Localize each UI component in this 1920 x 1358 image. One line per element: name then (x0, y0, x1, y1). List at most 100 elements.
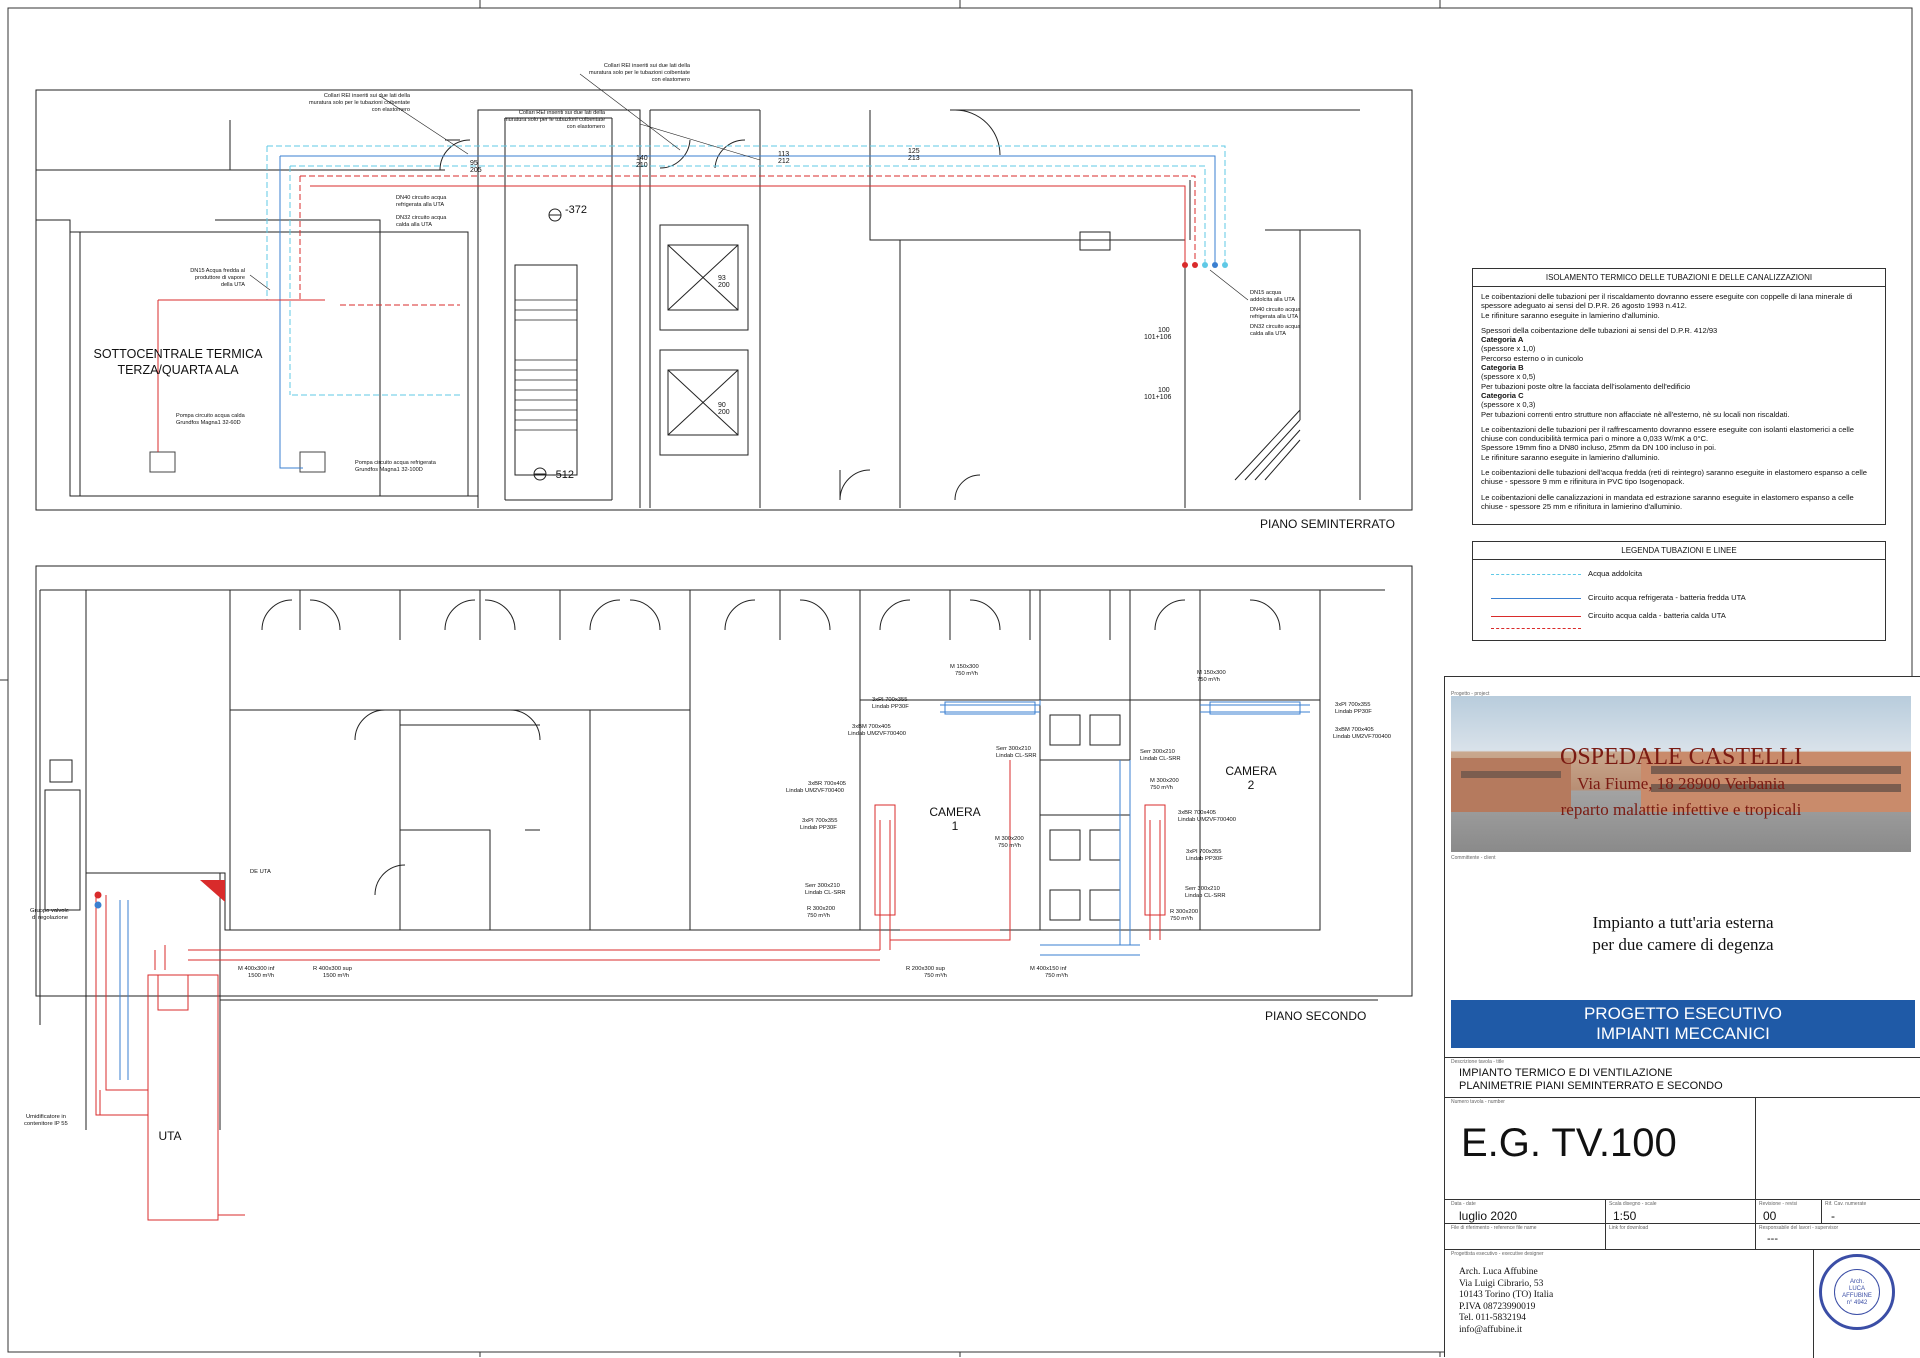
note-right-l6: calda alla UTA (1250, 331, 1286, 337)
legend-label-cold: Circuito acqua refrigerata - batteria fr… (1588, 593, 1746, 602)
camera1-number: 1 (952, 819, 959, 833)
hospital-photo: OSPEDALE CASTELLI Via Fiume, 18 28900 Ve… (1451, 696, 1911, 852)
project-description-2: per due camere di degenza (1592, 935, 1774, 954)
umidificatore-b: contenitore IP 55 (24, 1121, 68, 1127)
hospital-address: Via Fiume, 18 28900 Verbania (1577, 774, 1785, 793)
insulation-cat-a: Categoria A (1481, 335, 1524, 345)
insulation-cat-b: Categoria B (1481, 363, 1524, 373)
legend-item-softened: Acqua addolcita (1473, 568, 1885, 582)
insulation-title: ISOLAMENTO TERMICO DELLE TUBAZIONI E DEL… (1473, 269, 1885, 287)
duct-pi2-b: Lindab PP30F (1335, 709, 1372, 715)
legend-item-cold: Circuito acqua refrigerata - batteria fr… (1473, 592, 1885, 606)
label-link: Link for download (1609, 1225, 1649, 1231)
drawing-date: luglio 2020 (1459, 1209, 1518, 1223)
note-dn15-l2: produttore di vapore (195, 275, 245, 281)
insulation-p1: Le coibentazioni delle tubazioni per il … (1481, 292, 1853, 311)
insulation-cat-c: Categoria C (1481, 390, 1524, 400)
dim-113: 113 (778, 151, 789, 158)
duct-m150-1-b: 750 m³/h (955, 671, 978, 677)
basement-label: PIANO SEMINTERRATO (1260, 517, 1395, 531)
label-date: Data - date (1451, 1201, 1476, 1207)
dim-90: 90 (718, 402, 726, 409)
insulation-p3: Le coibentazioni delle tubazioni per il … (1481, 424, 1855, 444)
note-collari-2-l2: muratura solo per le tubazioni coibentat… (589, 70, 690, 76)
legend-item-hot-dashed (1473, 622, 1885, 636)
duct-r300-1-a: R 300x200 (807, 906, 835, 912)
note-right-l2: addolcita alla UTA (1250, 297, 1295, 303)
note-pompa-calda-l2: Grundfos Magna1 32-60D (176, 420, 241, 426)
duct-m400-a: M 400x300 inf (238, 966, 275, 972)
designer-info: Arch. Luca Affubine Via Luigi Cibrario, … (1459, 1267, 1553, 1336)
insulation-p1b: Le rifiniture saranno eseguite in lamier… (1481, 310, 1660, 320)
dim-100-a: 100 (1158, 327, 1170, 334)
label-description: Descrizione tavola - title (1451, 1059, 1505, 1065)
duct-m400-150-a: M 400x150 inf (1030, 966, 1067, 972)
duct-bm1-b: Lindab UM2VF700400 (848, 731, 906, 737)
stamp-line-3: AFFUBINE (1842, 1293, 1872, 1299)
gruppo-valvole-b: di regolazione (32, 915, 68, 921)
dim-125: 125 (908, 148, 920, 155)
basement-pipes (157, 145, 1226, 469)
dim-100-b: 100 (1158, 387, 1170, 394)
camera2-label: CAMERA (1225, 764, 1276, 778)
label-scale: Scala disegno - scale (1609, 1201, 1657, 1207)
note-collari-3-l1: Collari REI inseriti sui due lati della (519, 110, 606, 116)
duct-m300-1-a: M 300x200 (1150, 778, 1179, 784)
duct-serr2-b: Lindab CL-SRR (1140, 756, 1181, 762)
drawing-rev-num: - (1831, 1209, 1835, 1223)
dim-140: 140 (636, 155, 648, 162)
duct-r300-1-b: 750 m³/h (807, 913, 830, 919)
duct-pi4-a: 3xPI 700x355 (1186, 849, 1221, 855)
duct-r400-a: R 400x300 sup (313, 966, 352, 972)
duct-br2-a: 3xBR 700x405 (1178, 810, 1216, 816)
project-description-1: Impianto a tutt'aria esterna (1592, 913, 1774, 932)
insulation-p5: Le coibentazioni delle canalizzazioni in… (1481, 492, 1854, 511)
duct-m150-2-a: M 150x300 (1197, 670, 1226, 676)
duct-m150-1-a: M 150x300 (950, 664, 979, 670)
label-client: Committente - client (1451, 855, 1496, 861)
dim-213: 213 (908, 155, 920, 162)
drawing-revision: 00 (1763, 1209, 1777, 1223)
designer-email[interactable]: info@affubine.it (1459, 1325, 1553, 1337)
dim-210: 210 (636, 162, 648, 169)
level-512: -512 (552, 469, 574, 481)
note-right-l4: refrigerata alla UTA (1250, 314, 1298, 320)
duct-r400-b: 1500 m³/h (323, 973, 349, 979)
drawing-subject-2: PLANIMETRIE PIANI SEMINTERRATO E SECONDO (1459, 1080, 1723, 1092)
note-collari-1-l2: muratura solo per le tubazioni coibentat… (309, 100, 410, 106)
second-floor-plan (35, 565, 1413, 1130)
note-dn32-l2: calda alla UTA (396, 222, 432, 228)
insulation-cat-b-d: Per tubazioni poste oltre la facciata de… (1481, 381, 1691, 391)
note-collari-1-l1: Collari REI inseriti sui due lati della (324, 93, 411, 99)
duct-serr4-b: Lindab CL-SRR (1185, 893, 1226, 899)
dim-200-b: 200 (718, 409, 730, 416)
label-number: Numero tavola - number (1451, 1099, 1505, 1105)
duct-serr3-a: Serr 300x210 (805, 883, 840, 889)
insulation-cat-a-s: (spessore x 1,0) (1481, 344, 1536, 354)
note-right-l1: DN15 acqua (1250, 290, 1282, 296)
camera1-label: CAMERA (929, 805, 980, 819)
insulation-cat-c-s: (spessore x 0,3) (1481, 400, 1536, 410)
note-dn40-l2: refrigerata alla UTA (396, 202, 444, 208)
insulation-cat-c-d: Per tubazioni correnti entro strutture n… (1481, 409, 1790, 419)
dim-106-b: 101+106 (1144, 394, 1172, 401)
project-phase-band: PROGETTO ESECUTIVO IMPIANTI MECCANICI (1451, 1000, 1915, 1048)
duct-m300-1-b: 750 m³/h (1150, 785, 1173, 791)
second-floor-ducts (95, 700, 1310, 1221)
duct-pi3-a: 3xPI 700x355 (802, 818, 837, 824)
duct-m300-2-a: M 300x200 (995, 836, 1024, 842)
duct-pi2-a: 3xPI 700x355 (1335, 702, 1370, 708)
duct-br1-a: 3xBR 700x405 (808, 781, 846, 787)
note-dn15-l1: DN15 Acqua fredda al (190, 268, 245, 274)
duct-m150-2-b: 750 m³/h (1197, 677, 1220, 683)
duct-bm1-a: 3xBM 700x405 (852, 724, 891, 730)
note-collari-2-l3: con elastomero (652, 77, 690, 83)
stamp-line-2: LUCA (1848, 1286, 1865, 1292)
dim-205: 205 (470, 167, 482, 174)
insulation-cat-b-s: (spessore x 0,5) (1481, 372, 1536, 382)
note-collari-3-l3: con elastomero (567, 124, 605, 130)
label-supervisor: Responsabile del lavori - supervisor (1759, 1225, 1839, 1231)
note-collari-2-l1: Collari REI inseriti sui due lati della (604, 63, 691, 69)
insulation-p2: Spessori della coibentazione delle tubaz… (1481, 325, 1718, 335)
hospital-department: reparto malattie infettive e tropicali (1560, 800, 1802, 819)
